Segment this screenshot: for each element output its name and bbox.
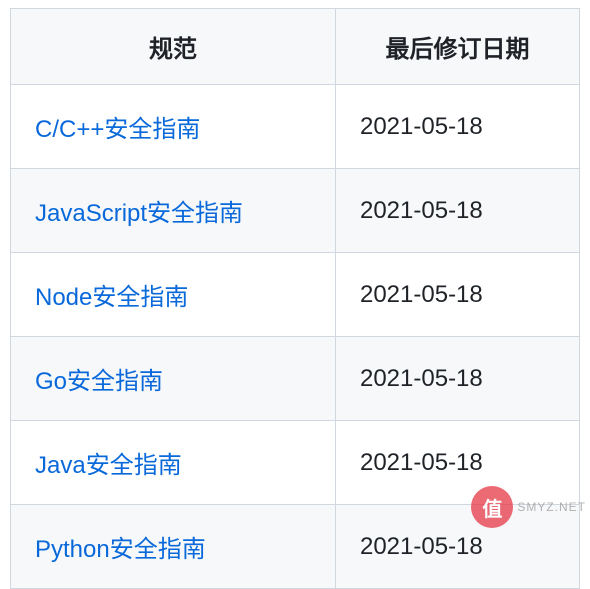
guide-date: 2021-05-18 (335, 253, 579, 337)
table-row: JavaScript安全指南 2021-05-18 (11, 169, 580, 253)
watermark: 值 SMYZ.NET (471, 486, 586, 528)
guide-link[interactable]: Go安全指南 (35, 368, 163, 395)
guide-date: 2021-05-18 (335, 337, 579, 421)
watermark-badge-icon: 值 (471, 486, 513, 528)
header-date: 最后修订日期 (335, 9, 579, 85)
guide-link[interactable]: Java安全指南 (35, 452, 182, 479)
table-row: Go安全指南 2021-05-18 (11, 337, 580, 421)
watermark-text: SMYZ.NET (517, 500, 586, 514)
table-row: C/C++安全指南 2021-05-18 (11, 85, 580, 169)
guide-link[interactable]: JavaScript安全指南 (35, 200, 243, 227)
header-spec: 规范 (11, 9, 336, 85)
guide-link[interactable]: Node安全指南 (35, 284, 188, 311)
guide-date: 2021-05-18 (335, 169, 579, 253)
table-row: Node安全指南 2021-05-18 (11, 253, 580, 337)
guide-link[interactable]: C/C++安全指南 (35, 116, 200, 143)
guide-date: 2021-05-18 (335, 85, 579, 169)
guide-link[interactable]: Python安全指南 (35, 536, 206, 563)
